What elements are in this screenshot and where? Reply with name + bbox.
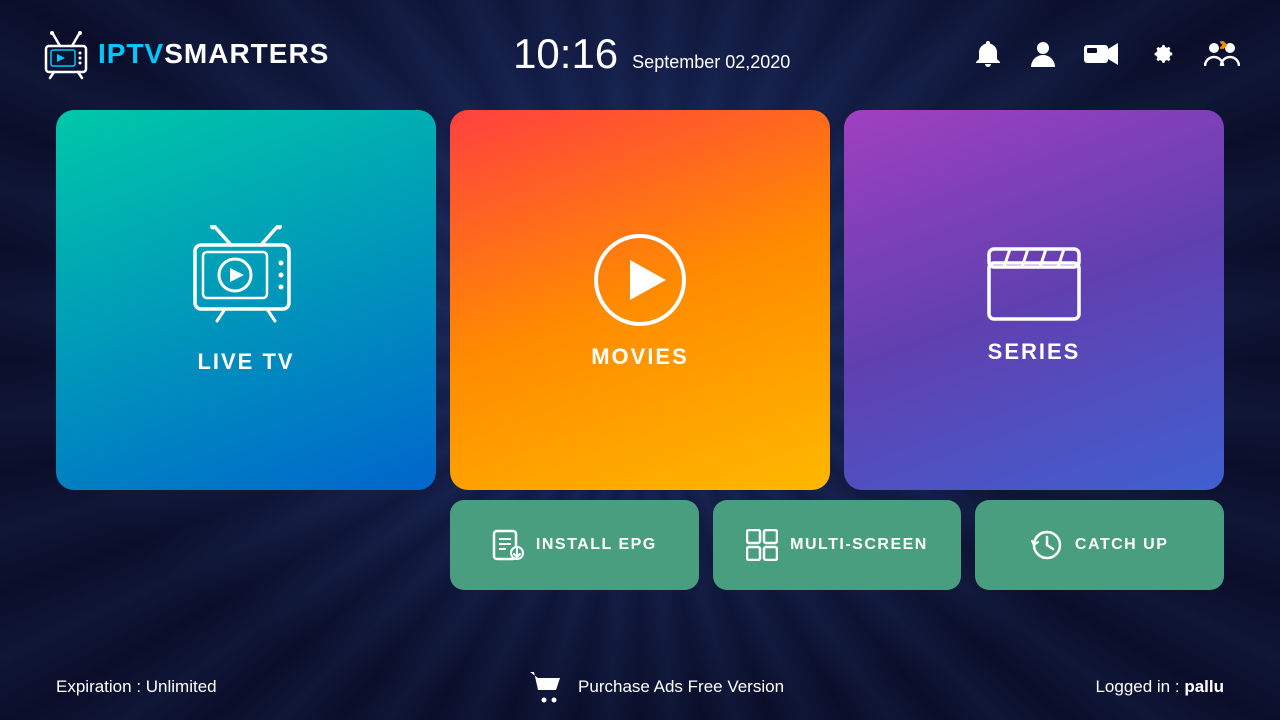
time-area: 10:16 September 02,2020	[329, 30, 974, 78]
switch-user-icon[interactable]	[1204, 39, 1240, 69]
multi-screen-card[interactable]: MULTI-SCREEN	[713, 500, 962, 590]
clock-display: 10:16	[513, 30, 618, 78]
live-tv-icon	[181, 225, 311, 335]
expiration-value: Unlimited	[146, 677, 217, 696]
live-tv-label: LIVE TV	[197, 349, 294, 375]
date-display: September 02,2020	[632, 52, 790, 73]
main-wrapper: IPTVSMARTERS 10:16 September 02,2020	[0, 0, 1280, 720]
catch-up-label: CATCH UP	[1075, 536, 1168, 554]
main-cards-row: LIVE TV MOVIES	[56, 110, 1224, 490]
movies-label: MOVIES	[591, 344, 689, 370]
purchase-area[interactable]: Purchase Ads Free Version	[528, 670, 784, 704]
install-epg-label: INSTALL EPG	[536, 536, 657, 554]
cart-icon	[528, 670, 564, 704]
logo-tv-icon	[40, 28, 92, 80]
expiration-label: Expiration :	[56, 677, 146, 696]
nav-icons: REC	[974, 39, 1240, 69]
catch-up-card[interactable]: CATCH UP	[975, 500, 1224, 590]
purchase-text: Purchase Ads Free Version	[578, 677, 784, 697]
logged-in-info: Logged in : pallu	[1095, 677, 1224, 697]
logo-area: IPTVSMARTERS	[40, 28, 329, 80]
header: IPTVSMARTERS 10:16 September 02,2020	[0, 0, 1280, 100]
expiration-info: Expiration : Unlimited	[56, 677, 217, 697]
small-cards-row: INSTALL EPG MULTI-SCREEN	[56, 500, 1224, 590]
catch-up-icon	[1031, 529, 1063, 561]
install-epg-icon	[492, 529, 524, 561]
logged-in-user: pallu	[1184, 677, 1224, 696]
record-icon[interactable]: REC	[1084, 41, 1118, 67]
bell-icon[interactable]	[974, 39, 1002, 69]
series-card[interactable]: SERIES	[844, 110, 1224, 490]
install-epg-card[interactable]: INSTALL EPG	[450, 500, 699, 590]
footer: Expiration : Unlimited Purchase Ads Free…	[0, 654, 1280, 720]
svg-text:REC: REC	[1087, 56, 1098, 62]
multi-screen-label: MULTI-SCREEN	[790, 536, 928, 554]
series-icon	[984, 235, 1084, 325]
content-area: LIVE TV MOVIES	[0, 100, 1280, 654]
user-icon[interactable]	[1030, 39, 1056, 69]
live-tv-card[interactable]: LIVE TV	[56, 110, 436, 490]
settings-icon[interactable]	[1146, 39, 1176, 69]
logged-in-label: Logged in :	[1095, 677, 1184, 696]
series-label: SERIES	[988, 339, 1081, 365]
logo-text: IPTVSMARTERS	[98, 38, 329, 70]
movies-icon	[590, 230, 690, 330]
movies-card[interactable]: MOVIES	[450, 110, 830, 490]
multi-screen-icon	[746, 529, 778, 561]
spacer	[56, 500, 436, 590]
